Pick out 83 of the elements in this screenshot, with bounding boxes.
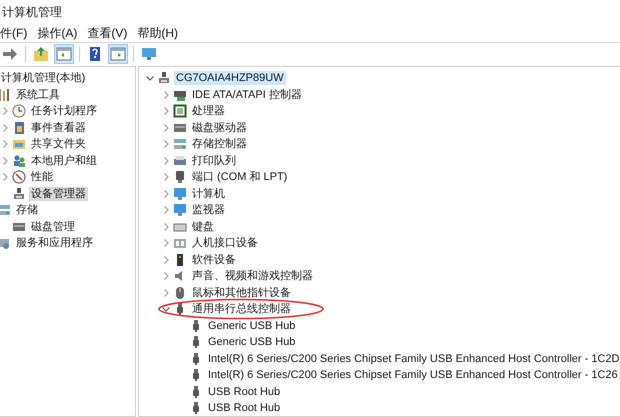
expanded-chevron-icon[interactable] [145, 73, 155, 84]
collapsed-chevron-icon[interactable] [0, 156, 10, 166]
tree-item[interactable]: 存储控制器 [190, 137, 249, 152]
pane-icon [56, 46, 72, 62]
users-icon [12, 154, 26, 168]
tree-item[interactable]: 键盘 [190, 220, 216, 234]
device-icon [12, 186, 26, 201]
tree-item[interactable]: Generic USB Hub [206, 318, 298, 333]
tree-item[interactable]: 存储 [14, 203, 40, 218]
services-icon [0, 236, 11, 250]
tree-item[interactable]: 声音、视频和游戏控制器 [190, 269, 315, 284]
tree-item[interactable]: USB Root Hub [206, 401, 282, 416]
gauge-icon [12, 170, 26, 184]
tree-item[interactable]: 人机接口设备 [190, 236, 260, 250]
log-icon [12, 120, 26, 135]
tree-item[interactable]: 系统工具 [14, 88, 62, 102]
action-button[interactable] [108, 44, 128, 64]
collapsed-chevron-icon[interactable] [161, 106, 171, 116]
collapsed-chevron-icon[interactable] [161, 271, 171, 282]
forward-icon [2, 46, 18, 62]
tree-item[interactable]: Intel(R) 6 Series/C200 Series Chipset Family USB Enhanced Host Controller - 1C2D [206, 352, 620, 366]
tree-item[interactable]: 本地用户和组 [29, 154, 99, 168]
cpu-icon [173, 104, 187, 118]
menu-item[interactable]: 操作(A) [37, 24, 78, 42]
help-icon [87, 46, 103, 62]
monitor-icon [141, 46, 157, 62]
tree-item[interactable]: 监视器 [190, 203, 227, 218]
action-icon [110, 46, 126, 62]
collapsed-chevron-icon[interactable] [161, 222, 171, 232]
tree-item[interactable]: CG7OAIA4HZP89UW [174, 71, 286, 86]
hid-icon [173, 236, 187, 250]
tree-item[interactable]: 服务和应用程序 [14, 236, 95, 250]
tree-item[interactable]: 磁盘管理 [29, 220, 77, 234]
storage-icon [173, 137, 187, 152]
collapsed-chevron-icon[interactable] [0, 122, 10, 133]
tree-item[interactable]: 鼠标和其他指针设备 [190, 286, 293, 300]
printer-icon [173, 154, 187, 168]
collapsed-chevron-icon[interactable] [161, 156, 171, 166]
collapsed-chevron-icon[interactable] [161, 90, 171, 100]
tools-icon [0, 88, 11, 102]
clock-icon [12, 104, 26, 118]
port-icon [173, 170, 187, 184]
tree-item[interactable]: 共享文件夹 [29, 137, 88, 152]
up-icon [33, 46, 49, 62]
tree-item[interactable]: 设备管理器 [29, 186, 88, 201]
tree-item[interactable]: 计算机 [190, 186, 227, 201]
collapsed-chevron-icon[interactable] [0, 139, 10, 150]
mouse-icon [173, 286, 187, 300]
pane-button[interactable] [54, 44, 74, 64]
folder-icon [12, 137, 26, 152]
monitor-icon [173, 186, 187, 201]
tree-item[interactable]: 性能 [29, 170, 55, 184]
up-button[interactable] [31, 44, 51, 64]
collapsed-chevron-icon[interactable] [161, 139, 171, 150]
tree-item[interactable]: IDE ATA/ATAPI 控制器 [190, 88, 304, 102]
tree-item[interactable]: USB Root Hub [206, 384, 282, 399]
collapsed-chevron-icon[interactable] [0, 172, 10, 182]
collapsed-chevron-icon[interactable] [161, 254, 171, 265]
collapsed-chevron-icon[interactable] [161, 172, 171, 182]
monitor-icon [173, 203, 187, 218]
collapsed-chevron-icon[interactable] [161, 205, 171, 216]
tree-item[interactable]: 计算机管理(本地) [0, 71, 88, 86]
menu-item[interactable]: 帮助(H) [137, 24, 178, 42]
tree-item[interactable]: Intel(R) 6 Series/C200 Series Chipset Family USB Enhanced Host Controller - 1C26 [206, 368, 620, 382]
collapsed-chevron-icon[interactable] [161, 238, 171, 248]
tree-item[interactable]: 端口 (COM 和 LPT) [190, 170, 290, 184]
tree-item[interactable]: 磁盘驱动器 [190, 120, 249, 135]
collapsed-chevron-icon[interactable] [161, 288, 171, 298]
device-icon [157, 71, 171, 86]
tree-item[interactable]: 任务计划程序 [29, 104, 99, 118]
window-title: 计算机管理 [2, 4, 62, 21]
collapsed-chevron-icon[interactable] [0, 106, 10, 116]
expanded-chevron-icon[interactable] [161, 304, 171, 314]
menu-item[interactable]: 查看(V) [87, 24, 128, 42]
tree-item[interactable]: 事件查看器 [29, 120, 88, 135]
menu-item[interactable]: 件(F) [0, 24, 28, 42]
storage-icon [0, 203, 11, 218]
tree-item[interactable]: 打印队列 [190, 154, 238, 168]
tree-item[interactable]: 处理器 [190, 104, 227, 118]
tree-item[interactable]: Generic USB Hub [206, 335, 298, 350]
tree-item[interactable]: 软件设备 [190, 252, 238, 267]
collapsed-chevron-icon[interactable] [161, 122, 171, 133]
collapsed-chevron-icon[interactable] [161, 188, 171, 199]
